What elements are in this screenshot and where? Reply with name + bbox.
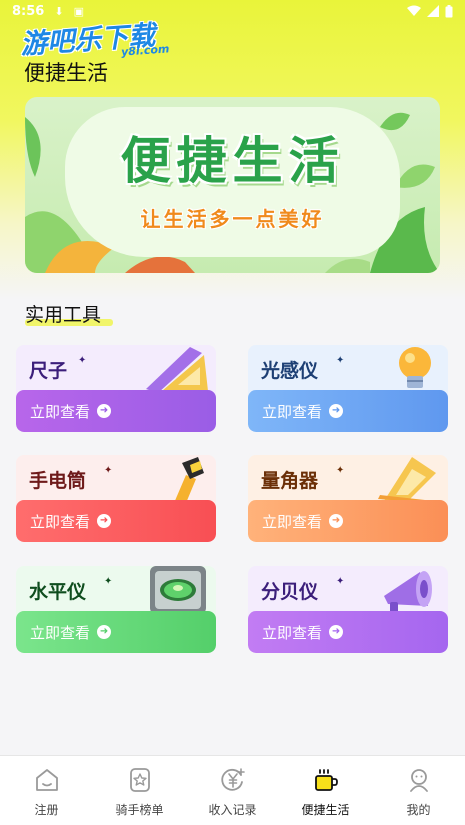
sparkle-icon: ✦ (78, 355, 87, 366)
tab-convenient-life[interactable]: 便捷生活 (279, 756, 372, 825)
sparkle-icon: ✦ (104, 576, 113, 587)
sparkle-icon: ✦ (336, 355, 345, 366)
protractor-icon (378, 457, 436, 503)
arrow-right-icon: ➜ (329, 625, 344, 639)
view-button-label: 立即查看 (262, 623, 323, 642)
tool-title: 光感仪 (261, 360, 319, 382)
tool-title: 尺子 (29, 360, 68, 382)
view-button[interactable]: 立即查看 ➜ (16, 500, 216, 542)
tab-income-records[interactable]: 收入记录 (186, 756, 279, 825)
tool-card-decibel-meter[interactable]: 分贝仪 ✦ 立即查看 ➜ (248, 566, 448, 653)
notification-icons: ⬇ ▣ (54, 5, 84, 18)
ruler-icon (146, 347, 208, 393)
tab-rider-ranking[interactable]: 骑手榜单 (93, 756, 186, 825)
banner-subtitle: 让生活多一点美好 (140, 207, 325, 231)
view-button[interactable]: 立即查看 ➜ (16, 390, 216, 432)
tab-mine[interactable]: 我的 (372, 756, 465, 825)
status-time: 8:56 (12, 3, 45, 19)
arrow-right-icon: ➜ (329, 514, 344, 528)
battery-icon (445, 4, 453, 17)
sparkle-icon: ✦ (336, 576, 345, 587)
view-button-label: 立即查看 (262, 512, 323, 531)
view-button[interactable]: 立即查看 ➜ (248, 500, 448, 542)
view-button[interactable]: 立即查看 ➜ (248, 390, 448, 432)
spirit-level-icon (150, 566, 206, 614)
tool-card-protractor[interactable]: 量角器 ✦ 立即查看 ➜ (248, 455, 448, 542)
light-bulb-icon (399, 347, 431, 388)
tab-label: 注册 (34, 803, 59, 817)
megaphone-icon (384, 571, 432, 614)
tab-register[interactable]: 注册 (0, 756, 93, 825)
sparkle-icon: ✦ (336, 465, 345, 476)
tool-title: 量角器 (261, 470, 319, 492)
view-button[interactable]: 立即查看 ➜ (248, 611, 448, 653)
tool-card-ruler[interactable]: 尺子 ✦ 立即查看 ➜ (16, 345, 216, 432)
tab-label: 便捷生活 (301, 803, 350, 817)
arrow-right-icon: ➜ (97, 404, 112, 418)
yen-coin-icon (220, 768, 245, 791)
view-button[interactable]: 立即查看 ➜ (16, 611, 216, 653)
star-badge-icon (129, 768, 150, 792)
banner[interactable]: 便捷生活 让生活多一点美好 (25, 97, 440, 273)
tool-card-spirit-level[interactable]: 水平仪 ✦ 立即查看 ➜ (16, 566, 216, 653)
tool-title: 分贝仪 (261, 581, 319, 603)
tab-label: 我的 (406, 803, 431, 817)
tab-label: 收入记录 (208, 803, 257, 817)
view-button-label: 立即查看 (30, 402, 91, 421)
arrow-right-icon: ➜ (97, 625, 112, 639)
app-notification-icon: ▣ (73, 4, 84, 18)
watermark-logo: 游吧乐下载 y8l.com (19, 13, 169, 61)
signal-icon (427, 5, 439, 17)
tool-card-light-meter[interactable]: 光感仪 ✦ 立即查看 ➜ (248, 345, 448, 432)
cup-icon (314, 769, 338, 791)
tab-label: 骑手榜单 (115, 803, 164, 817)
profile-icon (409, 769, 428, 792)
tool-title: 水平仪 (29, 581, 87, 603)
arrow-right-icon: ➜ (329, 404, 344, 418)
bottom-tab-bar: 注册 骑手榜单 收入记录 便捷生活 我的 (0, 755, 465, 825)
sparkle-icon: ✦ (104, 465, 113, 476)
wifi-icon (407, 5, 421, 16)
section-title-tools: 实用工具 (25, 300, 114, 327)
home-icon (35, 769, 58, 791)
tool-card-flashlight[interactable]: 手电筒 ✦ 立即查看 ➜ (16, 455, 216, 542)
view-button-label: 立即查看 (262, 402, 323, 421)
page-title: 便捷生活 (24, 61, 108, 85)
banner-title: 便捷生活 (120, 132, 345, 190)
view-button-label: 立即查看 (30, 623, 91, 642)
tool-title: 手电筒 (29, 470, 87, 492)
download-icon: ⬇ (54, 4, 64, 18)
arrow-right-icon: ➜ (97, 514, 112, 528)
system-icons (407, 4, 453, 18)
view-button-label: 立即查看 (30, 512, 91, 531)
flashlight-icon (174, 457, 204, 503)
